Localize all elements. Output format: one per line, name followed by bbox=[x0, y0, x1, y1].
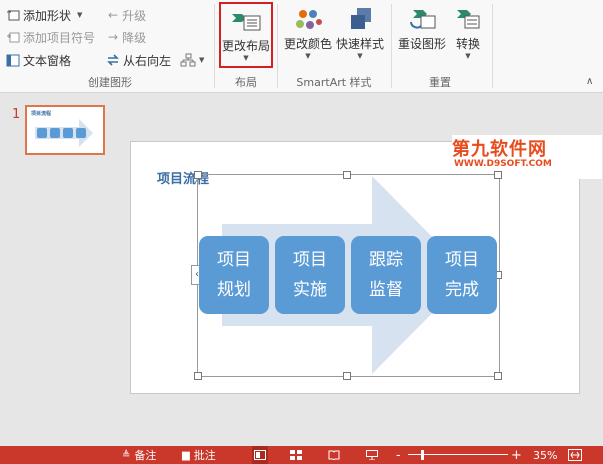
watermark-url: WWW.D9SOFT.COM bbox=[454, 159, 552, 169]
zoom-out-button[interactable]: - bbox=[396, 446, 401, 464]
chevron-down-icon: ▼ bbox=[77, 11, 83, 19]
add-shape-icon bbox=[7, 10, 20, 21]
thumbnail-diagram bbox=[35, 119, 93, 147]
normal-view-button[interactable] bbox=[252, 446, 268, 464]
color-palette-icon bbox=[296, 10, 322, 29]
chevron-down-icon: ▼ bbox=[465, 52, 471, 60]
group-divider bbox=[391, 4, 392, 88]
process-step-2[interactable]: 项目 实施 bbox=[275, 236, 345, 314]
step-3-line-2: 监督 bbox=[369, 280, 403, 300]
slide-thumbnail[interactable]: 项目流程 bbox=[25, 105, 105, 155]
reading-view-button[interactable] bbox=[328, 446, 340, 464]
group-divider bbox=[492, 4, 493, 88]
promote-button[interactable]: ← 升级 bbox=[108, 6, 146, 24]
convert-icon bbox=[457, 10, 480, 29]
chevron-down-icon: ▼ bbox=[243, 54, 249, 62]
add-bullet-icon bbox=[7, 32, 20, 43]
change-layout-button[interactable]: 更改布局 ▼ bbox=[219, 2, 273, 68]
add-bullet-button[interactable]: 添加项目符号 bbox=[6, 28, 95, 46]
quick-styles-label: 快速样式 bbox=[335, 37, 384, 51]
process-step-4[interactable]: 项目 完成 bbox=[427, 236, 497, 314]
create-graphic-group-label: 创建图形 bbox=[88, 76, 132, 89]
change-colors-label: 更改颜色 bbox=[283, 37, 332, 51]
add-bullet-label: 添加项目符号 bbox=[23, 30, 96, 45]
change-colors-button[interactable]: 更改颜色 ▼ bbox=[282, 6, 334, 60]
step-2-line-2: 实施 bbox=[293, 280, 327, 300]
zoom-slider-thumb[interactable] bbox=[420, 450, 424, 460]
change-layout-label: 更改布局 bbox=[221, 39, 270, 53]
step-4-line-1: 项目 bbox=[445, 250, 479, 270]
ribbon: 添加形状 ▼ 添加项目符号 文本窗格 ← 升级 → 降级 从右向左 ▼ 创建图形… bbox=[0, 0, 603, 93]
chevron-down-icon: ▼ bbox=[357, 52, 363, 60]
slide-thumbnail-panel: 1 项目流程 bbox=[0, 93, 122, 446]
smartart-styles-group-label: SmartArt 样式 bbox=[296, 76, 372, 89]
org-chart-icon bbox=[180, 53, 196, 67]
status-bar: ≜ 备注 ▆ 批注 - + 35% bbox=[0, 446, 603, 464]
reset-graphic-label: 重设图形 bbox=[397, 37, 446, 51]
quick-styles-icon bbox=[351, 8, 371, 29]
text-pane-label: 文本窗格 bbox=[23, 53, 72, 68]
arrow-right-icon: → bbox=[108, 30, 119, 44]
fit-to-window-button[interactable] bbox=[568, 446, 582, 464]
convert-button[interactable]: 转换 ▼ bbox=[448, 6, 488, 60]
change-layout-icon bbox=[232, 14, 261, 31]
process-step-3[interactable]: 跟踪 监督 bbox=[351, 236, 421, 314]
fit-to-window-icon bbox=[568, 449, 582, 461]
text-pane-icon bbox=[6, 54, 20, 67]
notes-label: 备注 bbox=[134, 449, 157, 462]
add-shape-label: 添加形状 bbox=[23, 8, 72, 23]
reset-group-label: 重置 bbox=[429, 76, 451, 89]
step-1-line-1: 项目 bbox=[217, 250, 251, 270]
layouts-group-label: 布局 bbox=[235, 76, 257, 89]
right-to-left-button[interactable]: 从右向左 bbox=[106, 51, 171, 69]
process-step-1[interactable]: 项目 规划 bbox=[199, 236, 269, 314]
zoom-level[interactable]: 35% bbox=[533, 446, 557, 464]
group-divider bbox=[277, 4, 278, 88]
slideshow-icon bbox=[366, 450, 378, 460]
normal-view-icon bbox=[254, 450, 266, 460]
step-1-line-2: 规划 bbox=[217, 280, 251, 300]
zoom-in-button[interactable]: + bbox=[511, 446, 522, 464]
promote-label: 升级 bbox=[122, 8, 147, 23]
comments-label: 批注 bbox=[193, 449, 216, 462]
watermark: 第九软件网 WWW.D9SOFT.COM bbox=[452, 135, 602, 179]
right-to-left-label: 从右向左 bbox=[123, 53, 172, 68]
demote-button[interactable]: → 降级 bbox=[108, 28, 146, 46]
comments-button[interactable]: ▆ 批注 bbox=[182, 446, 216, 464]
thumbnail-title: 项目流程 bbox=[31, 111, 52, 117]
notes-icon: ≜ bbox=[122, 449, 131, 461]
group-divider bbox=[214, 4, 215, 88]
reset-graphic-button[interactable]: 重设图形 bbox=[396, 6, 448, 52]
collapse-ribbon-icon[interactable]: ∧ bbox=[586, 76, 593, 87]
watermark-text: 第九软件网 bbox=[452, 139, 547, 160]
layout-org-button[interactable]: ▼ bbox=[180, 51, 204, 69]
quick-styles-button[interactable]: 快速样式 ▼ bbox=[334, 6, 386, 60]
slide-number: 1 bbox=[12, 107, 21, 122]
comment-icon: ▆ bbox=[182, 449, 190, 461]
reading-view-icon bbox=[328, 450, 340, 460]
reset-graphic-icon bbox=[410, 10, 436, 29]
add-shape-button[interactable]: 添加形状 ▼ bbox=[6, 6, 82, 24]
slideshow-button[interactable] bbox=[366, 446, 378, 464]
arrow-left-icon: ← bbox=[108, 8, 119, 22]
right-to-left-icon bbox=[107, 54, 119, 66]
notes-button[interactable]: ≜ 备注 bbox=[122, 446, 156, 464]
text-pane-button[interactable]: 文本窗格 bbox=[6, 51, 71, 69]
slide-sorter-button[interactable] bbox=[290, 446, 302, 464]
demote-label: 降级 bbox=[122, 30, 147, 45]
chevron-down-icon: ▼ bbox=[305, 52, 311, 60]
chevron-down-icon: ▼ bbox=[199, 56, 205, 64]
step-4-line-2: 完成 bbox=[445, 280, 479, 300]
slide-sorter-icon bbox=[290, 450, 302, 460]
convert-label: 转换 bbox=[455, 37, 480, 51]
step-2-line-1: 项目 bbox=[293, 250, 327, 270]
step-3-line-1: 跟踪 bbox=[369, 250, 403, 270]
